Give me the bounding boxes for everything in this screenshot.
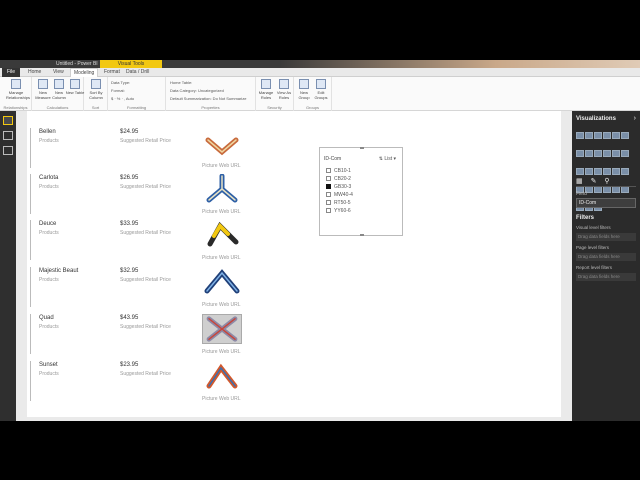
group-relationships: Manage Relationships Relationships bbox=[0, 77, 32, 111]
list-item: Bellen Products $24.95 Suggested Retail … bbox=[30, 128, 260, 174]
slicer-item[interactable]: MW40-4 bbox=[326, 192, 353, 198]
title-bar: Untitled - Power BI Visual Tools bbox=[0, 60, 640, 74]
title-bar-background bbox=[280, 60, 640, 68]
list-item: Sunset Products $23.95 Suggested Retail … bbox=[30, 361, 260, 407]
slicer-header: ID-Com bbox=[324, 156, 342, 162]
slicer-item[interactable]: GB30-3 bbox=[326, 184, 351, 190]
slicer-item[interactable]: CB10-1 bbox=[326, 168, 351, 174]
slicer-item[interactable]: YY60-6 bbox=[326, 208, 351, 214]
tab-data-drill[interactable]: Data / Drill bbox=[126, 68, 149, 77]
group-security: Manage Roles View As Roles Security bbox=[256, 77, 294, 111]
checkbox[interactable] bbox=[326, 176, 331, 182]
report-canvas: Bellen Products $24.95 Suggested Retail … bbox=[16, 111, 572, 421]
list-item: Quad Products $43.95 Suggested Retail Pr… bbox=[30, 314, 260, 360]
data-type-select[interactable]: Data Type: bbox=[111, 80, 130, 85]
report-filter-drop-zone[interactable]: Drag data fields here bbox=[576, 273, 636, 281]
chevron-right-icon[interactable]: › bbox=[634, 115, 636, 122]
edit-groups-button[interactable]: Edit Groups bbox=[311, 79, 331, 100]
report-view-icon[interactable] bbox=[3, 116, 13, 125]
home-table-select[interactable]: Home Table: bbox=[170, 80, 192, 85]
tab-format[interactable]: Format bbox=[104, 68, 120, 77]
new-table-button[interactable]: New Table bbox=[65, 79, 85, 95]
checkbox[interactable] bbox=[326, 200, 331, 206]
default-summarization-select[interactable]: Default Summarization: Do Not Summarize bbox=[170, 96, 246, 101]
list-item: Deuce Products $33.95 Suggested Retail P… bbox=[30, 220, 260, 266]
page-level-filters-label: Page level filters bbox=[576, 245, 610, 250]
group-sort: Sort By Column Sort bbox=[84, 77, 108, 111]
pane-mode-icons: ▦ ✎ ⚲ bbox=[576, 177, 636, 187]
tab-file[interactable]: File bbox=[2, 68, 20, 77]
ribbon: Manage Relationships Relationships New M… bbox=[0, 77, 640, 111]
window-title: Untitled - Power BI bbox=[56, 61, 98, 67]
format-select[interactable]: Format: bbox=[111, 88, 125, 93]
checkbox[interactable] bbox=[326, 168, 331, 174]
field-label: Field bbox=[576, 191, 587, 197]
group-calculations: New Measure New Column New Table Calcula… bbox=[32, 77, 84, 111]
boomerang-image bbox=[206, 363, 238, 389]
boomerang-image bbox=[204, 269, 240, 294]
tab-home[interactable]: Home bbox=[28, 68, 41, 77]
relationships-view-icon[interactable] bbox=[3, 146, 13, 155]
view-as-roles-button[interactable]: View As Roles bbox=[274, 79, 294, 100]
list-item: Majestic Beaut Products $32.95 Suggested… bbox=[30, 267, 260, 313]
quick-access-toolbar[interactable] bbox=[2, 61, 52, 74]
visualizations-pane: Visualizations › ▦ ✎ ⚲ Field ID-Com Filt… bbox=[572, 111, 640, 421]
field-well[interactable]: ID-Com bbox=[576, 198, 636, 208]
tab-modeling[interactable]: Modeling bbox=[70, 68, 99, 77]
context-tab-label: Visual Tools bbox=[100, 60, 162, 68]
visual-level-filters-label: Visual level filters bbox=[576, 225, 611, 230]
filters-title: Filters bbox=[576, 215, 595, 221]
report-page[interactable]: Bellen Products $24.95 Suggested Retail … bbox=[27, 111, 561, 417]
slicer-item[interactable]: RT50-5 bbox=[326, 200, 351, 206]
format-paint-icon[interactable]: ✎ bbox=[591, 178, 597, 185]
boomerang-image bbox=[206, 174, 238, 203]
boomerang-image bbox=[205, 137, 239, 156]
data-view-icon[interactable] bbox=[3, 131, 13, 140]
power-bi-window: Untitled - Power BI Visual Tools File Ho… bbox=[0, 60, 640, 421]
boomerang-image bbox=[207, 221, 239, 247]
data-category-select[interactable]: Data Category: Uncategorized bbox=[170, 88, 224, 93]
list-item: Carlota Products $26.95 Suggested Retail… bbox=[30, 174, 260, 220]
checkbox-checked[interactable] bbox=[326, 184, 331, 190]
slicer-mode-toggle[interactable]: ⇅ List ▾ bbox=[379, 156, 396, 162]
analytics-icon[interactable]: ⚲ bbox=[604, 178, 609, 185]
tab-view[interactable]: View bbox=[53, 68, 64, 77]
checkbox[interactable] bbox=[326, 208, 331, 214]
group-groups: New Group Edit Groups Groups bbox=[294, 77, 332, 111]
manage-roles-button[interactable]: Manage Roles bbox=[256, 79, 276, 100]
visualizations-title: Visualizations bbox=[576, 116, 616, 122]
id-com-slicer[interactable]: ID-Com ⇅ List ▾ CB10-1 CB20-2 GB30-3 MW4… bbox=[319, 147, 403, 236]
sort-by-column-button[interactable]: Sort By Column bbox=[86, 79, 106, 100]
fields-icon[interactable]: ▦ bbox=[576, 178, 583, 185]
group-formatting: Data Type: Format: $ · % · , Auto Format… bbox=[108, 77, 166, 111]
boomerang-image bbox=[202, 314, 242, 344]
slicer-item[interactable]: CB20-2 bbox=[326, 176, 351, 182]
number-format-controls[interactable]: $ · % · , Auto bbox=[111, 96, 134, 101]
visual-filter-drop-zone[interactable]: Drag data fields here bbox=[576, 233, 636, 241]
group-properties: Home Table: Data Category: Uncategorized… bbox=[166, 77, 256, 111]
report-level-filters-label: Report level filters bbox=[576, 265, 613, 270]
page-filter-drop-zone[interactable]: Drag data fields here bbox=[576, 253, 636, 261]
checkbox[interactable] bbox=[326, 192, 331, 198]
ribbon-tabs: File Home View Modeling Format Data / Dr… bbox=[0, 68, 640, 77]
view-switcher bbox=[0, 111, 16, 421]
manage-relationships-button[interactable]: Manage Relationships bbox=[6, 79, 30, 100]
